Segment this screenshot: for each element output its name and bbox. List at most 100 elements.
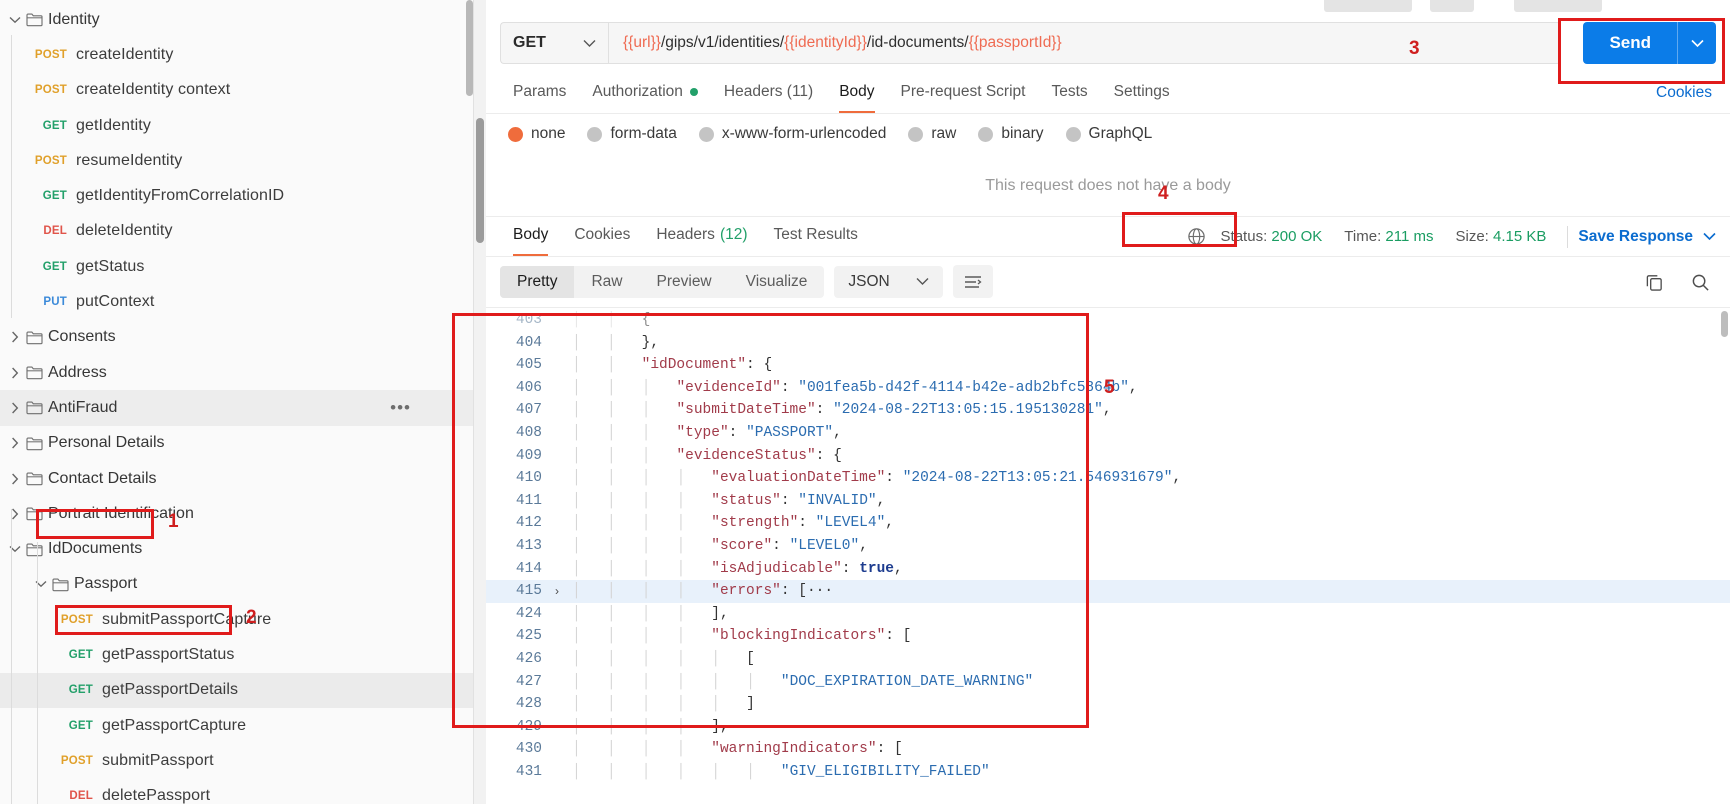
request-tab-tests[interactable]: Tests bbox=[1038, 74, 1100, 113]
sidebar-request-createidentity[interactable]: POST createIdentity bbox=[0, 37, 473, 72]
main-scroll-thumb[interactable] bbox=[476, 118, 484, 243]
sidebar-request-getpassportdetails[interactable]: GET getPassportDetails bbox=[0, 672, 473, 708]
sidebar-request-submitpassport[interactable]: POST submitPassport bbox=[0, 743, 473, 778]
sidebar-folder-consents[interactable]: Consents bbox=[0, 320, 473, 355]
response-body-scrollbar[interactable] bbox=[1721, 311, 1728, 337]
send-button[interactable]: Send bbox=[1583, 22, 1716, 64]
radio-icon[interactable] bbox=[587, 126, 603, 142]
request-tab-body[interactable]: Body bbox=[826, 74, 887, 113]
sidebar-request-getpassportcapture[interactable]: GET getPassportCapture bbox=[0, 708, 473, 743]
radio-icon[interactable] bbox=[698, 126, 714, 142]
sidebar-request-resumeidentity[interactable]: POST resumeIdentity bbox=[0, 143, 473, 178]
body-type-form-data[interactable]: form-data bbox=[587, 125, 677, 143]
json-line[interactable]: 404 │ │ }, bbox=[486, 332, 1730, 355]
radio-icon[interactable] bbox=[1065, 126, 1081, 142]
sidebar-request-getstatus[interactable]: GET getStatus bbox=[0, 249, 473, 284]
chevron-down-icon[interactable] bbox=[30, 580, 52, 588]
json-line[interactable]: 424 │ │ │ │ ], bbox=[486, 603, 1730, 626]
body-type-radio-group[interactable]: none form-data x-www-form-urlencoded raw bin… bbox=[486, 114, 1730, 155]
view-mode-pretty[interactable]: Pretty bbox=[500, 265, 575, 298]
body-type-graphql[interactable]: GraphQL bbox=[1065, 125, 1152, 143]
json-line[interactable]: 414 │ │ │ │ "isAdjudicable": true, bbox=[486, 558, 1730, 581]
response-tab-cookies[interactable]: Cookies bbox=[561, 217, 643, 256]
json-line[interactable]: 405 │ │ "idDocument": { bbox=[486, 354, 1730, 377]
sidebar-folder-personal-details[interactable]: Personal Details bbox=[0, 426, 473, 461]
json-line[interactable]: 431 │ │ │ │ │ │ "GIV_ELIGIBILITY_FAILED" bbox=[486, 761, 1730, 784]
sidebar-request-submitpassportcapture[interactable]: POST submitPassportCapture bbox=[0, 602, 473, 637]
request-tab-authorization[interactable]: Authorization bbox=[579, 74, 710, 113]
collection-sidebar[interactable]: Identity POST createIdentity POST createIden… bbox=[0, 0, 474, 804]
request-tab-headers-11[interactable]: Headers (11) bbox=[711, 74, 826, 113]
body-type-raw[interactable]: raw bbox=[908, 125, 956, 143]
sidebar-folder-iddocuments[interactable]: IdDocuments bbox=[0, 531, 473, 566]
json-line[interactable]: 413 │ │ │ │ "score": "LEVEL0", bbox=[486, 535, 1730, 558]
body-type-binary[interactable]: binary bbox=[978, 125, 1044, 143]
view-mode-preview[interactable]: Preview bbox=[640, 266, 729, 298]
response-view-mode-group[interactable]: Pretty Raw Preview Visualize bbox=[500, 265, 825, 298]
json-line[interactable]: 411 │ │ │ │ "status": "INVALID", bbox=[486, 490, 1730, 513]
sidebar-request-deleteidentity[interactable]: DEL deleteIdentity bbox=[0, 214, 473, 249]
sidebar-request-getpassportstatus[interactable]: GET getPassportStatus bbox=[0, 637, 473, 672]
view-mode-visualize[interactable]: Visualize bbox=[729, 266, 825, 298]
copy-icon[interactable] bbox=[1642, 270, 1666, 294]
collection-tree[interactable]: Identity POST createIdentity POST createIden… bbox=[0, 0, 473, 804]
json-line[interactable]: 403 │ │ { bbox=[486, 309, 1730, 332]
chevron-right-icon[interactable] bbox=[4, 331, 26, 343]
cookies-link[interactable]: Cookies bbox=[1656, 84, 1712, 102]
response-tabs[interactable]: Body Cookies Headers (12) Test Results Stat… bbox=[486, 217, 1730, 257]
response-tab-body[interactable]: Body bbox=[500, 217, 561, 256]
chevron-right-icon[interactable] bbox=[4, 437, 26, 449]
response-tab-headers-12[interactable]: Headers (12) bbox=[643, 217, 760, 256]
sidebar-folder-antifraud[interactable]: AntiFraud ••• bbox=[0, 390, 473, 426]
json-line[interactable]: 412 │ │ │ │ "strength": "LEVEL4", bbox=[486, 512, 1730, 535]
sidebar-request-createidentity-context[interactable]: POST createIdentity context bbox=[0, 73, 473, 108]
json-line[interactable]: 428 │ │ │ │ │ ] bbox=[486, 693, 1730, 716]
sidebar-folder-contact-details[interactable]: Contact Details bbox=[0, 461, 473, 496]
main-scroll-track[interactable] bbox=[474, 0, 486, 804]
radio-icon[interactable] bbox=[908, 126, 924, 142]
wrap-lines-button[interactable] bbox=[952, 265, 993, 298]
fold-toggle-icon[interactable]: › bbox=[548, 580, 566, 603]
sidebar-request-putcontext[interactable]: PUT putContext bbox=[0, 284, 473, 319]
json-line[interactable]: 429 │ │ │ │ ], bbox=[486, 716, 1730, 739]
request-tab-pre-request-script[interactable]: Pre-request Script bbox=[888, 74, 1039, 113]
view-mode-raw[interactable]: Raw bbox=[574, 266, 639, 298]
search-icon[interactable] bbox=[1688, 270, 1712, 294]
http-method-select[interactable]: GET bbox=[500, 22, 608, 64]
chevron-right-icon[interactable] bbox=[4, 508, 26, 520]
json-line[interactable]: 409 │ │ │ "evidenceStatus": { bbox=[486, 445, 1730, 468]
response-tab-test-results[interactable]: Test Results bbox=[761, 217, 871, 256]
sidebar-folder-portrait-identification[interactable]: Portrait Identification bbox=[0, 496, 473, 531]
radio-icon[interactable] bbox=[978, 126, 994, 142]
json-line[interactable]: 408 │ │ │ "type": "PASSPORT", bbox=[486, 422, 1730, 445]
request-tab-settings[interactable]: Settings bbox=[1101, 74, 1183, 113]
chevron-down-icon[interactable] bbox=[4, 545, 26, 553]
json-line[interactable]: 427 │ │ │ │ │ │ "DOC_EXPIRATION_DATE_WARN… bbox=[486, 671, 1730, 694]
send-chevron-down-icon[interactable] bbox=[1678, 22, 1716, 64]
body-type-x-www-form-urlencoded[interactable]: x-www-form-urlencoded bbox=[698, 125, 886, 143]
request-tab-params[interactable]: Params bbox=[500, 74, 579, 113]
json-line[interactable]: 410 │ │ │ │ "evaluationDateTime": "2024-0… bbox=[486, 467, 1730, 490]
sidebar-request-getidentityfromcorrelationid[interactable]: GET getIdentityFromCorrelationID bbox=[0, 178, 473, 213]
save-response-button[interactable]: Save Response bbox=[1578, 228, 1716, 246]
radio-icon[interactable] bbox=[508, 126, 523, 142]
sidebar-request-deletepassport[interactable]: DEL deletePassport bbox=[0, 779, 473, 804]
response-format-select[interactable]: JSON bbox=[834, 265, 943, 298]
json-line[interactable]: 425 │ │ │ │ "blockingIndicators": [ bbox=[486, 625, 1730, 648]
sidebar-folder-address[interactable]: Address bbox=[0, 355, 473, 390]
chevron-right-icon[interactable] bbox=[4, 402, 26, 414]
sidebar-scrollbar[interactable] bbox=[466, 0, 473, 96]
json-line[interactable]: 426 │ │ │ │ │ [ bbox=[486, 648, 1730, 671]
json-line[interactable]: 430 │ │ │ │ "warningIndicators": [ bbox=[486, 738, 1730, 761]
more-actions-icon[interactable]: ••• bbox=[390, 398, 411, 418]
json-line[interactable]: 415 › │ │ │ │ "errors": [··· bbox=[486, 580, 1730, 603]
chevron-down-icon[interactable] bbox=[4, 16, 26, 24]
request-tabs[interactable]: Params Authorization Headers (11) Body Pre-r… bbox=[486, 74, 1730, 114]
chevron-right-icon[interactable] bbox=[4, 473, 26, 485]
sidebar-request-getidentity[interactable]: GET getIdentity bbox=[0, 108, 473, 143]
json-line[interactable]: 407 │ │ │ "submitDateTime": "2024-08-22T1… bbox=[486, 399, 1730, 422]
body-type-none[interactable]: none bbox=[508, 125, 565, 143]
sidebar-folder-passport[interactable]: Passport bbox=[0, 567, 473, 602]
chevron-right-icon[interactable] bbox=[4, 367, 26, 379]
sidebar-folder-identity[interactable]: Identity bbox=[0, 2, 473, 37]
